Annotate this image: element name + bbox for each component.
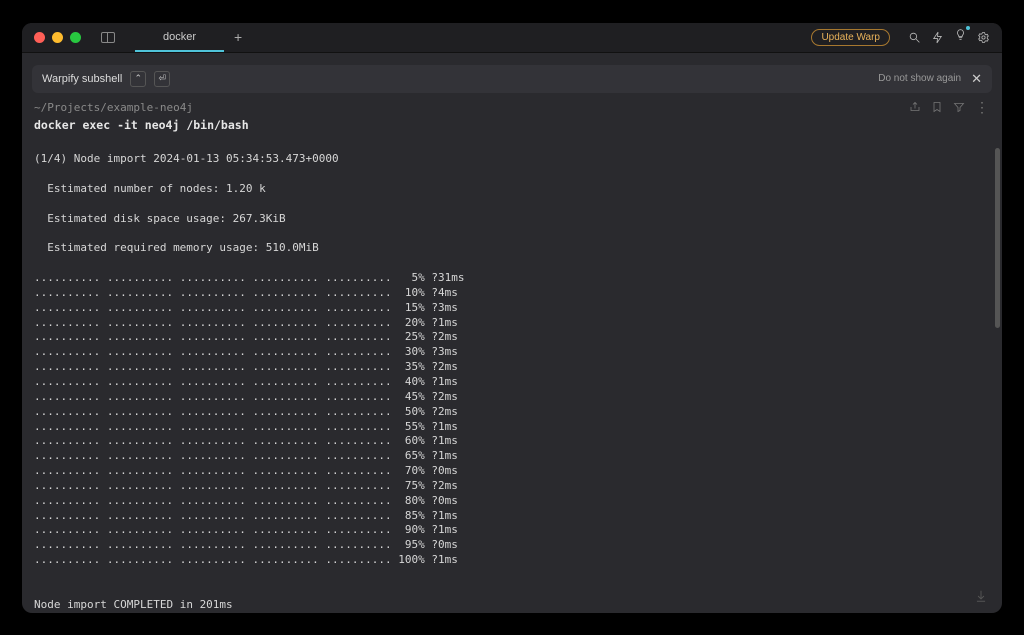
tab-label: docker: [163, 31, 196, 43]
gear-icon[interactable]: [977, 31, 990, 44]
tab-docker[interactable]: docker: [135, 23, 224, 52]
subshell-label: Warpify subshell: [42, 73, 122, 85]
minimize-window-button[interactable]: [52, 32, 63, 43]
prompt-header: ~/Projects/example-neo4j ⋮: [22, 99, 1002, 116]
subshell-caret-up-button[interactable]: ⌃: [130, 71, 146, 87]
search-icon[interactable]: [908, 31, 921, 44]
window-controls: [34, 32, 81, 43]
scroll-to-bottom-icon[interactable]: [974, 589, 988, 603]
subshell-enter-button[interactable]: ⏎: [154, 71, 170, 87]
close-window-button[interactable]: [34, 32, 45, 43]
scrollbar-thumb[interactable]: [995, 148, 1000, 328]
node-import-header: (1/4) Node import 2024-01-13 05:34:53.47…: [34, 152, 990, 167]
tab-strip: docker +: [135, 23, 252, 52]
node-import-completed: Node import COMPLETED in 201ms: [34, 598, 990, 613]
more-menu-icon[interactable]: ⋮: [975, 99, 990, 116]
node-import-est-disk: Estimated disk space usage: 267.3KiB: [34, 212, 286, 227]
share-icon[interactable]: [909, 101, 921, 113]
node-import-progress: .......... .......... .......... .......…: [34, 271, 464, 566]
bookmark-icon[interactable]: [931, 101, 943, 113]
titlebar: docker + Update Warp: [22, 23, 1002, 53]
titlebar-icons: [908, 28, 990, 46]
warpify-subshell-bar: Warpify subshell ⌃ ⏎ Do not show again ✕: [32, 65, 992, 93]
current-working-dir: ~/Projects/example-neo4j: [34, 101, 193, 114]
command-line: docker exec -it neo4j /bin/bash: [22, 116, 1002, 138]
new-tab-button[interactable]: +: [224, 23, 252, 52]
terminal-output[interactable]: (1/4) Node import 2024-01-13 05:34:53.47…: [22, 138, 1002, 613]
terminal-window: docker + Update Warp Warpify subshell ⌃ …: [22, 23, 1002, 613]
filter-icon[interactable]: [953, 101, 965, 113]
maximize-window-button[interactable]: [70, 32, 81, 43]
close-icon[interactable]: ✕: [971, 71, 982, 87]
do-not-show-again-link[interactable]: Do not show again: [878, 73, 961, 84]
node-import-est-nodes: Estimated number of nodes: 1.20 k: [34, 182, 266, 197]
bulb-icon[interactable]: [954, 28, 967, 46]
update-warp-button[interactable]: Update Warp: [811, 29, 890, 46]
split-pane-icon[interactable]: [101, 32, 115, 43]
node-import-est-mem: Estimated required memory usage: 510.0Mi…: [34, 241, 319, 256]
bolt-icon[interactable]: [931, 31, 944, 44]
